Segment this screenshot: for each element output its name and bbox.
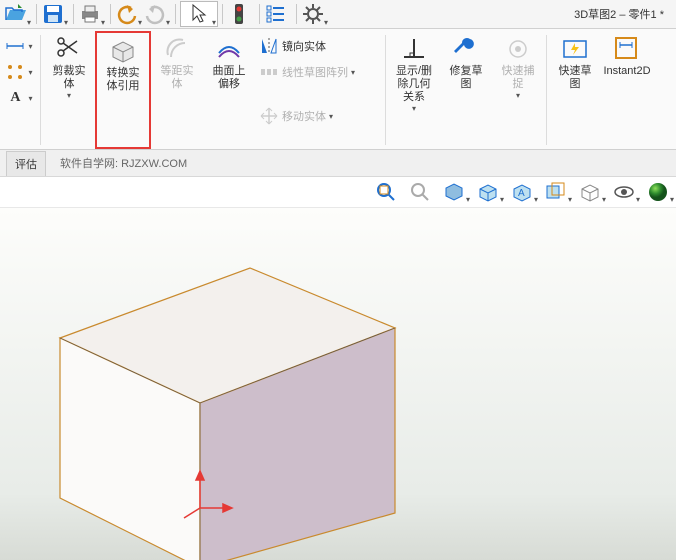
mirror-icon bbox=[259, 36, 279, 56]
svg-text:A: A bbox=[518, 188, 525, 199]
planes-icon bbox=[544, 180, 568, 204]
offset-label: 等距实 体 bbox=[161, 65, 194, 91]
display-style-button[interactable]: ▾ bbox=[476, 180, 500, 204]
save-button[interactable]: ▾ bbox=[41, 2, 69, 26]
model-cube-graphic bbox=[0, 208, 676, 560]
trim-entities-button[interactable]: 剪裁实 体 ▾ bbox=[47, 33, 91, 102]
settings-button[interactable]: ▾ bbox=[301, 2, 329, 26]
dropdown-icon: ▾ bbox=[212, 18, 216, 27]
surface-offset-icon bbox=[215, 35, 243, 63]
mirror-label: 镜向实体 bbox=[282, 38, 326, 54]
text-icon: A bbox=[5, 88, 25, 108]
open-button[interactable]: ▾ bbox=[4, 2, 32, 26]
eye-visibility-button[interactable]: ▾ bbox=[612, 180, 636, 204]
display-relations-button[interactable]: 显示/删 除几何 关系 ▾ bbox=[392, 33, 436, 115]
offset-entities-button: 等距实 体 bbox=[155, 33, 199, 93]
surface-offset-label: 曲面上 偏移 bbox=[213, 65, 246, 91]
zoom-fit-button[interactable] bbox=[374, 180, 398, 204]
dim-tool-1[interactable]: ▾ bbox=[5, 33, 32, 59]
repair-sketch-button[interactable]: 修复草 图 bbox=[444, 33, 488, 93]
dropdown-icon: ▾ bbox=[324, 18, 328, 27]
mirror-entities-button[interactable]: 镜向实体 bbox=[259, 33, 326, 59]
repair-label: 修复草 图 bbox=[450, 65, 483, 91]
ribbon-toolbar: ▾ ▾ A ▾ 剪裁实 体 ▾ 转换实 体引用 等距实 体 bbox=[0, 29, 676, 150]
perpendicular-icon bbox=[400, 35, 428, 63]
zoom-fit-icon bbox=[374, 180, 398, 204]
move-label: 移动实体 bbox=[282, 108, 326, 124]
dropdown-icon: ▾ bbox=[101, 18, 105, 27]
document-title: 3D草图2 – 零件1 * bbox=[574, 6, 664, 22]
tool-2[interactable]: ▾ bbox=[5, 59, 32, 85]
orient-icon bbox=[442, 180, 466, 204]
display-relations-label: 显示/删 除几何 关系 bbox=[396, 65, 432, 104]
sphere-icon bbox=[646, 180, 670, 204]
eye-icon bbox=[612, 180, 636, 204]
linear-pattern-icon bbox=[259, 62, 279, 82]
convert-label: 转换实 体引用 bbox=[107, 67, 140, 93]
move-icon bbox=[259, 106, 279, 126]
instant2d-button[interactable]: Instant2D bbox=[605, 33, 649, 80]
hide-show-button[interactable]: ▾ bbox=[544, 180, 568, 204]
instant2d-icon bbox=[613, 35, 641, 63]
rapid-sketch-label: 快速草 图 bbox=[559, 65, 592, 91]
view-toolbar: ▾ ▾ A▾ ▾ ▾ ▾ ▾ bbox=[0, 177, 676, 208]
watermark-text: 软件自学网: RJZXW.COM bbox=[60, 155, 187, 171]
linear-pattern-label: 线性草图阵列 bbox=[282, 64, 348, 80]
tab-bar: 评估 软件自学网: RJZXW.COM bbox=[0, 150, 676, 177]
rapid-sketch-button[interactable]: 快速草 图 bbox=[553, 33, 597, 93]
quick-snap-button: 快速捕 捉 ▾ bbox=[496, 33, 540, 102]
pattern-icon bbox=[5, 62, 25, 82]
model-viewport[interactable] bbox=[0, 208, 676, 560]
linear-pattern-button: 线性草图阵列 ▾ bbox=[259, 59, 355, 85]
instant2d-label: Instant2D bbox=[603, 65, 650, 78]
cube-icon bbox=[109, 37, 137, 65]
snap-icon bbox=[504, 35, 532, 63]
zoom-area-button[interactable] bbox=[408, 180, 432, 204]
list-icon bbox=[264, 2, 292, 26]
tab-evaluate[interactable]: 评估 bbox=[6, 151, 46, 176]
offset-icon bbox=[163, 35, 191, 63]
dropdown-icon: ▾ bbox=[64, 18, 68, 27]
convert-entities-button[interactable]: 转换实 体引用 bbox=[101, 35, 145, 95]
wrench-icon bbox=[452, 35, 480, 63]
lightning-icon bbox=[561, 35, 589, 63]
redo-button[interactable]: ▾ bbox=[143, 2, 171, 26]
quick-snap-label: 快速捕 捉 bbox=[502, 65, 535, 91]
offset-on-surface-button[interactable]: 曲面上 偏移 bbox=[207, 33, 251, 93]
render-button[interactable]: ▾ bbox=[646, 180, 670, 204]
dimension-icon bbox=[5, 36, 25, 56]
dropdown-icon: ▾ bbox=[138, 18, 142, 27]
convert-entities-highlighted: 转换实 体引用 bbox=[95, 31, 151, 149]
scissors-icon bbox=[55, 35, 83, 63]
cube-wire-icon bbox=[578, 180, 602, 204]
zoom-icon bbox=[408, 180, 432, 204]
dropdown-icon: ▾ bbox=[166, 18, 170, 27]
traffic-light-button[interactable] bbox=[227, 2, 255, 26]
undo-button[interactable]: ▾ bbox=[115, 2, 143, 26]
print-button[interactable]: ▾ bbox=[78, 2, 106, 26]
appearance-button[interactable]: ▾ bbox=[578, 180, 602, 204]
move-entities-button: 移动实体 ▾ bbox=[259, 103, 333, 129]
section-view-button[interactable]: A▾ bbox=[510, 180, 534, 204]
section-icon: A bbox=[510, 180, 534, 204]
traffic-light-icon bbox=[227, 2, 255, 26]
dropdown-icon: ▾ bbox=[27, 18, 31, 27]
list-button[interactable] bbox=[264, 2, 292, 26]
text-tool[interactable]: A ▾ bbox=[5, 85, 32, 111]
select-mode-button[interactable]: ▾ bbox=[180, 1, 218, 27]
view-orientation-button[interactable]: ▾ bbox=[442, 180, 466, 204]
cube-display-icon bbox=[476, 180, 500, 204]
trim-label: 剪裁实 体 bbox=[53, 65, 86, 91]
quick-access-toolbar: ▾ ▾ ▾ ▾ ▾ ▾ ▾ 3D草图2 – 零件1 * bbox=[0, 0, 676, 29]
